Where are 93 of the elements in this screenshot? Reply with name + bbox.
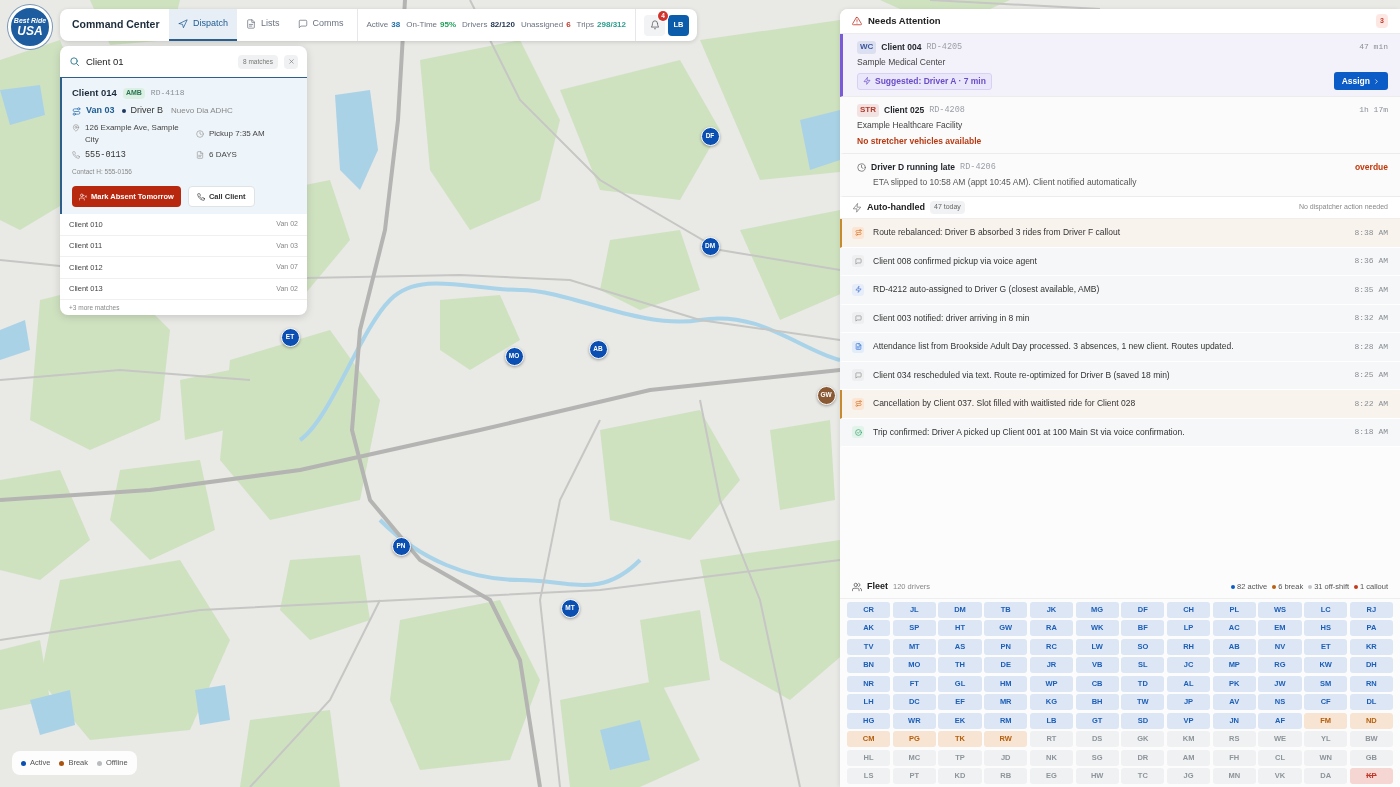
- event-text: Route rebalanced: Driver B absorbed 3 rides from Driver F callout: [873, 226, 1121, 240]
- navigation-icon: [178, 19, 188, 29]
- warning-icon: [852, 16, 862, 26]
- chat-icon: [852, 255, 864, 268]
- stat-value: 38: [391, 19, 401, 31]
- facility-name: Sample Medical Center: [857, 56, 947, 68]
- check-circle-icon: [852, 426, 864, 439]
- nav-tab[interactable]: Lists: [237, 9, 289, 41]
- app-title: Command Center: [72, 17, 160, 33]
- section-title: Fleet: [867, 580, 888, 594]
- mobility-tag: WC: [857, 40, 877, 54]
- status-label: overdue: [1354, 160, 1388, 174]
- document-icon: [852, 340, 864, 353]
- pickup-time: Pickup 7:35 AM: [209, 127, 265, 140]
- search-input[interactable]: Client 01: [86, 53, 232, 70]
- address: 126 Example Ave, Sample City: [85, 122, 180, 145]
- warning-text: No stretcher vehicles available: [857, 135, 983, 147]
- document-icon: [246, 19, 256, 29]
- wait-time: 1h 17m: [1359, 104, 1388, 116]
- close-icon: [287, 58, 295, 65]
- ride-id: RD-4206: [960, 160, 996, 174]
- ride-id: RD-4208: [929, 103, 965, 117]
- phone-icon: [72, 151, 80, 159]
- stat-label: Unassigned: [520, 19, 564, 31]
- event-text: Client 003 notified: driver arriving in 8 min: [873, 311, 1030, 325]
- schedule: 6 DAYS: [209, 149, 237, 161]
- chat-icon: [297, 19, 308, 29]
- event-text: Cancellation by Client 037. Slot filled with waitlisted ride for Client 028: [873, 397, 1136, 411]
- chat-icon: [852, 369, 864, 382]
- chevron-right-icon: [1373, 77, 1380, 85]
- search-icon: [69, 56, 80, 67]
- stat-label: Active: [366, 19, 389, 31]
- stat-value: 6: [566, 19, 571, 31]
- bolt-icon: [852, 283, 864, 296]
- mobility-tag: STR: [857, 103, 879, 117]
- suggestion-chip[interactable]: Suggested: Driver A · 7 min: [857, 72, 992, 90]
- facility-name: Example Healthcare Facility: [857, 119, 964, 131]
- route-icon: [852, 226, 864, 239]
- stat-label: Drivers: [462, 19, 488, 31]
- stat-label: Trips: [576, 19, 595, 31]
- attention-item[interactable]: WC Client 004 RD-4205 47 min Sample Medical Center Suggested: Driver A · 7 min Assign: [840, 34, 1400, 97]
- stat-value: 95%: [440, 19, 457, 31]
- wait-time: 47 min: [1359, 41, 1388, 53]
- stat-value: 82/120: [490, 19, 515, 31]
- event-time: 8:28 AM: [1354, 340, 1388, 353]
- route-icon: [852, 397, 864, 410]
- event-time: 8:38 AM: [1354, 226, 1388, 239]
- client-name: Client 025: [884, 103, 925, 117]
- chat-icon: [852, 312, 864, 325]
- event-text: RD-4212 auto-assigned to Driver G (closest available, AMB): [873, 283, 1100, 297]
- alert-title: Driver D running late: [871, 160, 956, 174]
- assign-button[interactable]: Assign: [1333, 72, 1388, 90]
- phone-icon: [196, 192, 205, 201]
- section-title: Needs Attention: [868, 13, 941, 28]
- event-time: 8:18 AM: [1354, 426, 1388, 439]
- bolt-icon: [852, 202, 862, 213]
- event-text: Trip confirmed: Driver A picked up Client 001 at 100 Main St via voice confirmation.: [873, 425, 1185, 439]
- event-time: 8:22 AM: [1354, 397, 1388, 410]
- event-time: 8:32 AM: [1354, 312, 1388, 325]
- clock-icon: [196, 129, 204, 138]
- attention-item[interactable]: Driver D running late RD-4206 overdue ETA slipped to 10:58 AM (appt 10:45 AM). Client notified automatically: [840, 154, 1400, 197]
- clear-search-button[interactable]: [284, 54, 298, 69]
- ride-id: RD-4205: [926, 40, 963, 54]
- bell-icon: [649, 20, 660, 30]
- person-x-icon: [79, 192, 87, 201]
- section-title: Auto-handled: [867, 200, 925, 214]
- nav-tab[interactable]: Comms: [288, 9, 353, 41]
- attention-item[interactable]: STR Client 025 RD-4208 1h 17m Example Healthcare Facility No stretcher vehicles available: [840, 97, 1400, 154]
- event-text: Client 008 confirmed pickup via voice agent: [873, 254, 1037, 268]
- phone-number: 555-0113: [85, 148, 126, 162]
- route-icon: [72, 106, 81, 116]
- event-time: 8:35 AM: [1354, 283, 1388, 296]
- event-time: 8:36 AM: [1354, 255, 1388, 268]
- bolt-icon: [863, 77, 871, 85]
- event-text: Attendance list from Brookside Adult Day processed. 3 absences, 1 new client. Routes updated.: [873, 340, 1234, 354]
- bullet-icon: [121, 109, 126, 113]
- document-icon: [196, 151, 204, 159]
- clock-icon: [857, 162, 866, 172]
- nav-tab[interactable]: Dispatch: [169, 9, 237, 41]
- event-text: Client 034 rescheduled via text. Route re-optimized for Driver B (saved 18 min): [873, 368, 1170, 382]
- program-name: Nuevo Dia ADHC: [171, 105, 233, 117]
- people-icon: [852, 582, 862, 592]
- pin-icon: [72, 124, 80, 132]
- driver-name: Driver B: [130, 104, 164, 118]
- stat-value: 298/312: [597, 19, 626, 31]
- alert-detail: ETA slipped to 10:58 AM (appt 10:45 AM). Client notified automatically: [872, 176, 1138, 188]
- vehicle-name: Van 03: [86, 104, 115, 118]
- client-name: Client 004: [881, 40, 922, 54]
- client-name: Client 014: [72, 85, 117, 100]
- logo-wordmark: USA: [17, 25, 43, 37]
- event-time: 8:25 AM: [1354, 369, 1388, 382]
- ride-id: RD-4118: [150, 87, 185, 99]
- stat-label: On-Time: [406, 19, 438, 31]
